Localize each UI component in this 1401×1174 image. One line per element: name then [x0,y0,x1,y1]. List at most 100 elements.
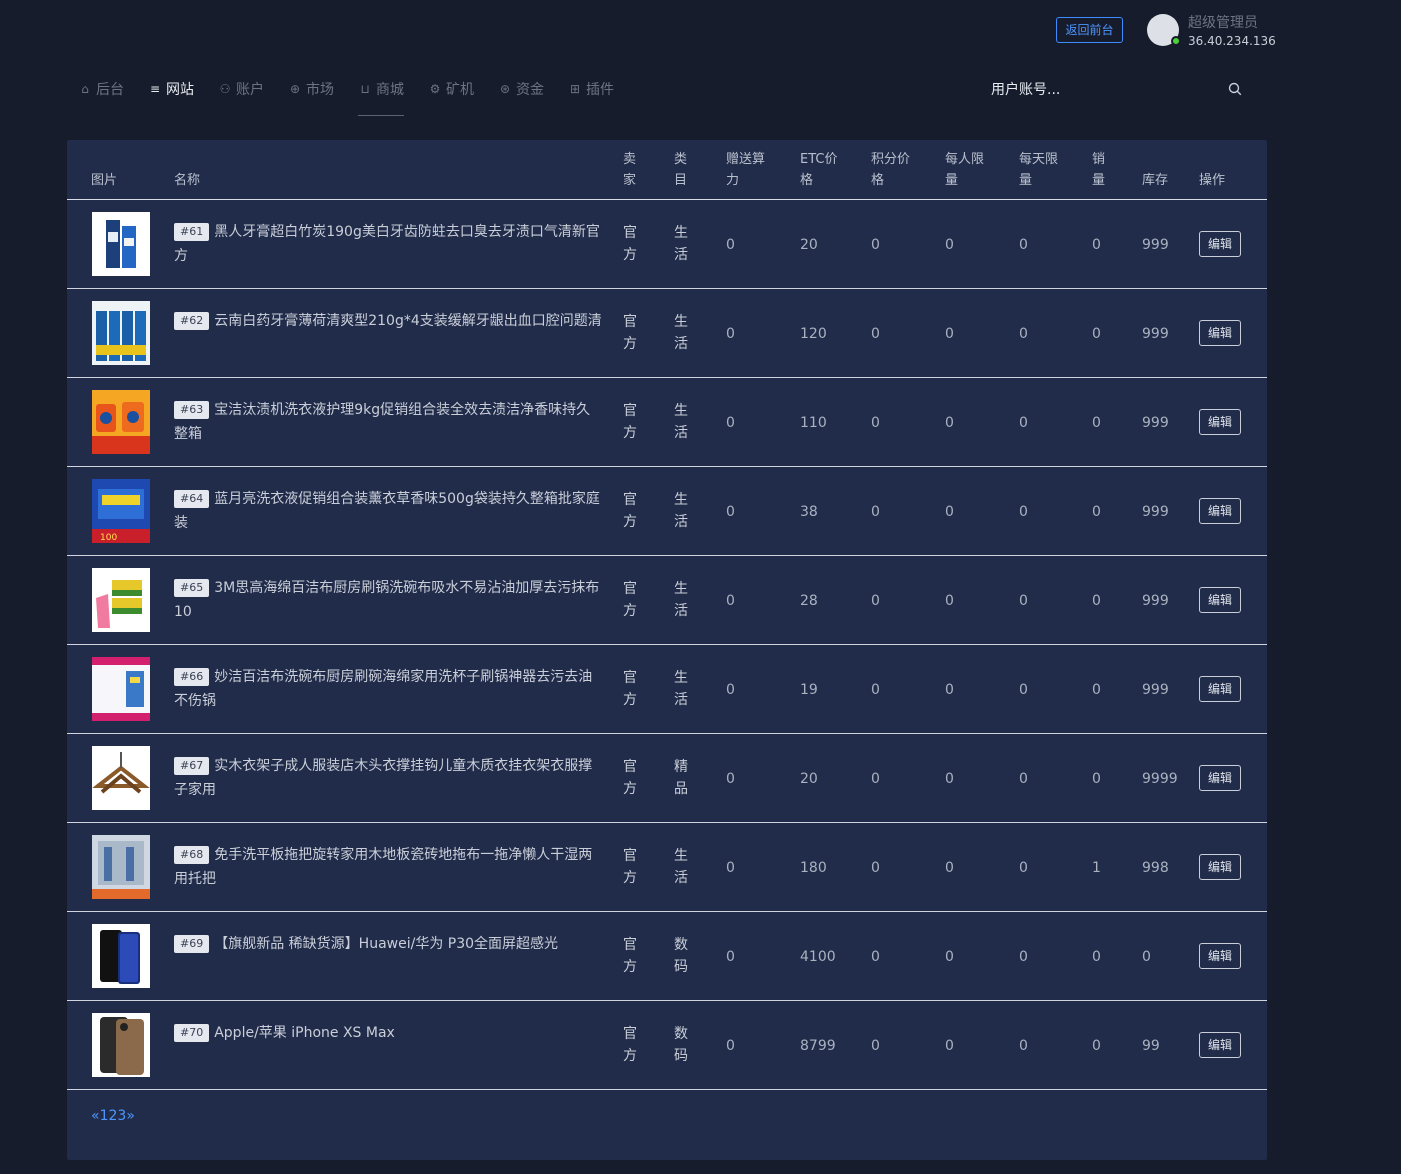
header-image: 图片 [91,173,118,188]
points-price-cell: 0 [871,593,880,609]
sales-cell: 0 [1092,771,1101,787]
edit-button[interactable]: 编辑 [1199,1032,1241,1058]
category-cell: 生活 [674,492,688,530]
product-name[interactable]: #65 3M思高海绵百洁布厨房刷锅洗碗布吸水不易沾油加厚去污抹布10 [174,576,602,624]
per-person-limit-cell: 0 [945,860,954,876]
header-actions: 操作 [1199,173,1226,188]
stock-cell: 99 [1142,1038,1160,1054]
edit-button[interactable]: 编辑 [1199,320,1241,346]
per-day-limit-cell: 0 [1019,682,1028,698]
product-id-tag: #62 [174,312,210,330]
product-thumbnail[interactable] [92,301,150,365]
product-thumbnail[interactable] [92,1013,150,1077]
product-thumbnail[interactable]: 100 [92,479,150,543]
search-icon[interactable] [1228,82,1242,96]
seller-cell: 官方 [623,759,637,797]
product-name-text: 蓝月亮洗衣液促销组合装薰衣草香味500g袋装持久整箱批家庭装 [174,491,600,531]
nav-item-label: 市场 [306,82,334,98]
product-id-tag: #69 [174,935,210,953]
per-person-limit-cell: 0 [945,1038,954,1054]
nav-item[interactable]: ⊛ 资金 [498,78,544,100]
edit-button[interactable]: 编辑 [1199,676,1241,702]
table-row: #68 免手洗平板拖把旋转家用木地板瓷砖地拖布一拖净懒人干湿两用托把官方生活 0 18… [67,823,1267,912]
product-name[interactable]: #62 云南白药牙膏薄荷清爽型210g*4支装缓解牙龈出血口腔问题清 [174,309,602,333]
globe-icon: ⊕ [289,82,301,96]
edit-button[interactable]: 编辑 [1199,498,1241,524]
edit-button[interactable]: 编辑 [1199,231,1241,257]
gift-power-cell: 0 [726,682,735,698]
seller-cell: 官方 [623,403,637,441]
product-name[interactable]: #61 黑人牙膏超白竹炭190g美白牙齿防蛀去口臭去牙渍口气清新官方 [174,220,602,268]
avatar[interactable] [1147,14,1181,46]
nav-item-label: 商城 [376,82,404,98]
points-price-cell: 0 [871,860,880,876]
product-id-tag: #66 [174,668,210,686]
nav-item[interactable]: ⊔ 商城 [358,78,404,116]
main-nav: ⌂ 后台 ≡ 网站 ⚇ 账户 ⊕ 市场 ⊔ 商城 ⚙ 矿机 ⊛ 资金 ⊞ 插件 [78,78,638,118]
header-sales: 销量 [1092,152,1106,188]
product-name[interactable]: #63 宝洁汰渍机洗衣液护理9kg促销组合装全效去渍洁净香味持久整箱 [174,398,602,446]
edit-button[interactable]: 编辑 [1199,409,1241,435]
list-icon: ≡ [149,82,161,96]
etc-price-cell: 120 [800,326,827,342]
per-person-limit-cell: 0 [945,593,954,609]
nav-item-label: 插件 [586,82,614,98]
nav-item[interactable]: ⚇ 账户 [218,78,264,100]
points-price-cell: 0 [871,949,880,965]
table-row: #66 妙洁百洁布洗碗布厨房刷碗海绵家用洗杯子刷锅神器去污去油不伤锅官方生活 0 19… [67,645,1267,734]
edit-button[interactable]: 编辑 [1199,765,1241,791]
stock-cell: 999 [1142,593,1169,609]
seller-cell: 官方 [623,225,637,263]
nav-item[interactable]: ⊕ 市场 [288,78,334,100]
edit-button[interactable]: 编辑 [1199,587,1241,613]
gift-power-cell: 0 [726,504,735,520]
per-day-limit-cell: 0 [1019,504,1028,520]
row-divider [67,1089,1267,1090]
nav-item[interactable]: ⚙ 矿机 [428,78,474,100]
product-table-panel: 图片 名称 卖家 类目 赠送算力 ETC价格 积分价格 每人限量 每天限量 销量… [67,140,1267,1160]
per-day-limit-cell: 0 [1019,593,1028,609]
points-price-cell: 0 [871,237,880,253]
product-id-tag: #61 [174,223,210,241]
page-prev-link[interactable]: « [91,1108,100,1124]
seller-cell: 官方 [623,1026,637,1064]
category-cell: 生活 [674,848,688,886]
stock-cell: 999 [1142,682,1169,698]
product-id-tag: #70 [174,1024,210,1042]
product-name[interactable]: #69 【旗舰新品 稀缺货源】Huawei/华为 P30全面屏超感光 [174,932,602,956]
gift-power-cell: 0 [726,1038,735,1054]
edit-button[interactable]: 编辑 [1199,854,1241,880]
edit-button[interactable]: 编辑 [1199,943,1241,969]
product-id-tag: #68 [174,846,210,864]
product-name[interactable]: #67 实木衣架子成人服装店木头衣撑挂钩儿童木质衣挂衣架衣服撑子家用 [174,754,602,802]
nav-item[interactable]: ⌂ 后台 [78,78,124,100]
product-name[interactable]: #70 Apple/苹果 iPhone XS Max [174,1021,602,1045]
product-thumbnail[interactable] [92,657,150,721]
page-link[interactable]: 3 [117,1108,126,1124]
product-name[interactable]: #66 妙洁百洁布洗碗布厨房刷碗海绵家用洗杯子刷锅神器去污去油不伤锅 [174,665,602,713]
page-link[interactable]: 1 [100,1108,109,1124]
product-thumbnail[interactable] [92,746,150,810]
product-thumbnail[interactable] [92,212,150,276]
etc-price-cell: 8799 [800,1038,836,1054]
seller-cell: 官方 [623,670,637,708]
product-thumbnail[interactable] [92,390,150,454]
search-input[interactable] [991,79,1221,101]
sales-cell: 0 [1092,504,1101,520]
page-next-link[interactable]: » [126,1108,135,1124]
nav-item[interactable]: ≡ 网站 [148,78,194,100]
product-name[interactable]: #64 蓝月亮洗衣液促销组合装薰衣草香味500g袋装持久整箱批家庭装 [174,487,602,535]
nav-item[interactable]: ⊞ 插件 [568,78,614,100]
product-thumbnail[interactable] [92,568,150,632]
per-day-limit-cell: 0 [1019,860,1028,876]
per-day-limit-cell: 0 [1019,415,1028,431]
product-thumbnail[interactable] [92,924,150,988]
points-price-cell: 0 [871,326,880,342]
table-row: #69 【旗舰新品 稀缺货源】Huawei/华为 P30全面屏超感光官方数码 0 41… [67,912,1267,1001]
product-thumbnail[interactable] [92,835,150,899]
gift-power-cell: 0 [726,237,735,253]
product-id-tag: #65 [174,579,210,597]
points-price-cell: 0 [871,1038,880,1054]
product-name[interactable]: #68 免手洗平板拖把旋转家用木地板瓷砖地拖布一拖净懒人干湿两用托把 [174,843,602,891]
return-frontend-button[interactable]: 返回前台 [1056,17,1123,43]
